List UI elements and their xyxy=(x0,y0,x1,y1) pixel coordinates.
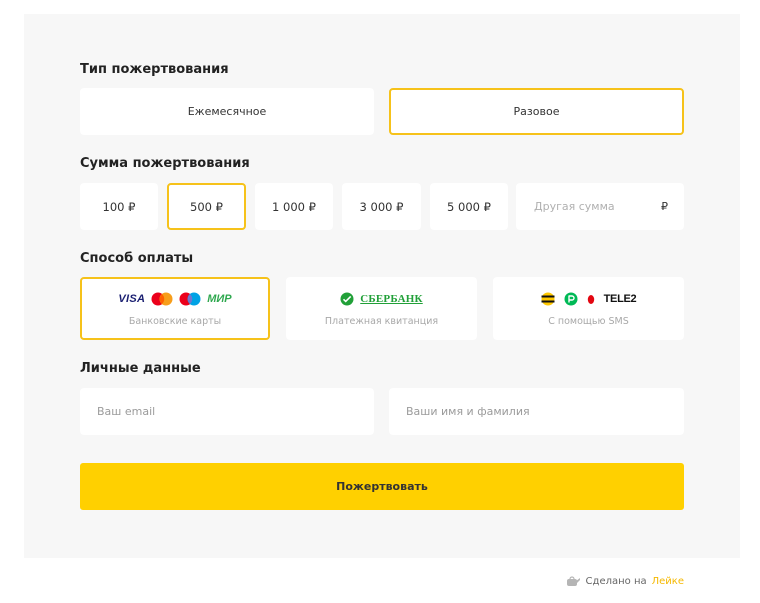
payment-method-caption: Банковские карты xyxy=(128,316,222,327)
donation-type-heading: Тип пожертвования xyxy=(80,62,229,77)
amount-option-label: 100 ₽ xyxy=(102,199,136,214)
footer-made-with: Сделано на Лейке xyxy=(565,575,684,587)
maestro-icon xyxy=(179,292,201,306)
megafon-icon xyxy=(564,292,578,306)
payment-method-bank-cards[interactable]: VISA МИР Банковские карты xyxy=(80,277,270,340)
other-amount-field[interactable]: ₽ xyxy=(516,183,684,230)
full-name-field[interactable] xyxy=(389,388,684,435)
email-field[interactable] xyxy=(80,388,374,435)
email-input[interactable] xyxy=(95,404,359,419)
amount-option-label: 1 000 ₽ xyxy=(272,199,316,214)
amount-heading: Сумма пожертвования xyxy=(80,156,250,171)
amount-option-500[interactable]: 500 ₽ xyxy=(167,183,246,230)
leyka-watering-can-icon xyxy=(566,576,580,586)
payment-method-caption: Платежная квитанция xyxy=(324,316,439,327)
footer-leyka-link[interactable]: Лейке xyxy=(652,576,684,587)
mir-logo: МИР xyxy=(207,293,232,305)
donation-type-onetime-option[interactable]: Разовое xyxy=(389,88,684,135)
personal-data-heading: Личные данные xyxy=(80,361,201,376)
amount-option-label: 3 000 ₽ xyxy=(359,199,404,214)
sberbank-icon xyxy=(340,292,354,306)
visa-logo: VISA xyxy=(118,293,146,305)
currency-symbol: ₽ xyxy=(661,200,668,213)
card-logos: VISA МИР xyxy=(118,290,232,308)
amount-option-5000[interactable]: 5 000 ₽ xyxy=(430,183,508,230)
donation-type-monthly-label: Ежемесячное xyxy=(187,105,267,118)
mastercard-icon xyxy=(151,292,173,306)
amount-option-label: 5 000 ₽ xyxy=(447,199,491,214)
amount-option-1000[interactable]: 1 000 ₽ xyxy=(255,183,333,230)
full-name-input[interactable] xyxy=(404,404,669,419)
donate-button[interactable]: Пожертвовать xyxy=(80,463,684,510)
payment-method-caption: С помощью SMS xyxy=(548,316,629,327)
sberbank-logos: СБЕРБАНК xyxy=(340,290,423,308)
footer-made-on-text: Сделано на xyxy=(585,575,647,587)
payment-method-receipt[interactable]: СБЕРБАНК Платежная квитанция xyxy=(286,277,477,340)
mts-icon xyxy=(587,295,594,304)
mobile-operator-logos: TELE2 xyxy=(541,290,637,308)
payment-method-heading: Способ оплаты xyxy=(80,251,194,266)
other-amount-input[interactable] xyxy=(532,199,661,214)
beeline-icon xyxy=(541,292,555,306)
donation-type-onetime-label: Разовое xyxy=(513,105,560,118)
amount-option-3000[interactable]: 3 000 ₽ xyxy=(342,183,421,230)
sberbank-logo-text: СБЕРБАНК xyxy=(360,293,423,305)
tele2-logo: TELE2 xyxy=(603,293,637,305)
donation-type-monthly-option[interactable]: Ежемесячное xyxy=(80,88,374,135)
amount-option-label: 500 ₽ xyxy=(190,199,223,214)
amount-option-100[interactable]: 100 ₽ xyxy=(80,183,158,230)
payment-method-sms[interactable]: TELE2 С помощью SMS xyxy=(493,277,684,340)
